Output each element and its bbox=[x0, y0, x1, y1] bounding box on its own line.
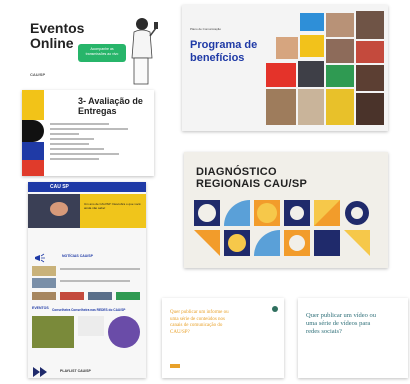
card-eventos-online[interactable]: Eventos Online Acompanhe as transmissões… bbox=[22, 8, 172, 90]
newsletter-headline: Um ano de CAU/SP: Descubra o que você ai… bbox=[84, 202, 141, 210]
programa-title-line1: Programa de bbox=[190, 39, 258, 51]
avaliacao-color-shapes bbox=[22, 90, 44, 176]
programa-title-line2: benefícios bbox=[190, 52, 245, 64]
eventos-logo: CAU/SP bbox=[30, 72, 46, 77]
card-diagnostico-regionais[interactable]: DIAGNÓSTICO REGIONAIS CAU/SP bbox=[184, 152, 388, 268]
green-dot-icon bbox=[272, 306, 278, 312]
diagnostico-title-line2: REGIONAIS CAU/SP bbox=[196, 178, 308, 190]
avaliacao-title-line2: Entregas bbox=[78, 106, 117, 116]
diagnostico-title-line1: DIAGNÓSTICO bbox=[196, 166, 277, 178]
playlist-bar[interactable]: PLAYLIST CAU/SP bbox=[28, 366, 146, 378]
newsletter-hero: Um ano de CAU/SP: Descubra o que você ai… bbox=[28, 194, 146, 228]
events-block bbox=[32, 316, 142, 350]
avaliacao-body-lines bbox=[50, 120, 148, 163]
avaliacao-title-line1: 3- Avaliação de bbox=[78, 96, 143, 106]
newsletter-section-conselheiros: Conselheira Conselheira nas REDES do CAU… bbox=[52, 308, 126, 312]
eventos-speech-bubble: Acompanhe as transmissões ao vivo bbox=[78, 44, 126, 62]
quer-informe-text: Quer publicar um informe ou uma série de… bbox=[170, 310, 229, 335]
eventos-title-line2: Online bbox=[30, 35, 74, 51]
news-thumbnails-row bbox=[32, 292, 142, 300]
fast-forward-icon bbox=[33, 367, 47, 377]
person-with-phone-illustration bbox=[131, 18, 158, 85]
newsletter-header: CAU SP bbox=[28, 182, 146, 192]
card-programa-beneficios[interactable]: Plano de Comunicação Programa de benefíc… bbox=[182, 5, 388, 131]
geometric-pattern bbox=[184, 196, 388, 268]
card-quer-publicar-video[interactable]: Quer publicar um vídeo ou uma série de v… bbox=[298, 298, 408, 378]
card-quer-publicar-informe[interactable]: Quer publicar um informe ou uma série de… bbox=[162, 298, 284, 378]
newsletter-section-noticias: NOTÍCIAS CAU/SP bbox=[62, 254, 93, 258]
quer-informe-logo bbox=[170, 364, 180, 368]
eventos-title-line1: Eventos bbox=[30, 20, 85, 36]
newsletter-section-eventos: EVENTOS bbox=[32, 306, 49, 310]
megaphone-icon bbox=[34, 250, 46, 263]
playlist-label: PLAYLIST CAU/SP bbox=[60, 369, 91, 373]
news-grid bbox=[32, 266, 142, 290]
newsletter-logo: CAU SP bbox=[50, 184, 69, 190]
programa-kicker: Plano de Comunicação bbox=[190, 27, 222, 31]
quer-video-text: Quer publicar um vídeo ou uma série de v… bbox=[306, 312, 377, 335]
card-avaliacao-entregas[interactable]: 3- Avaliação de Entregas bbox=[22, 90, 154, 176]
photo-mosaic bbox=[266, 11, 384, 127]
card-newsletter[interactable]: CAU SP Um ano de CAU/SP: Descubra o que … bbox=[28, 182, 146, 378]
